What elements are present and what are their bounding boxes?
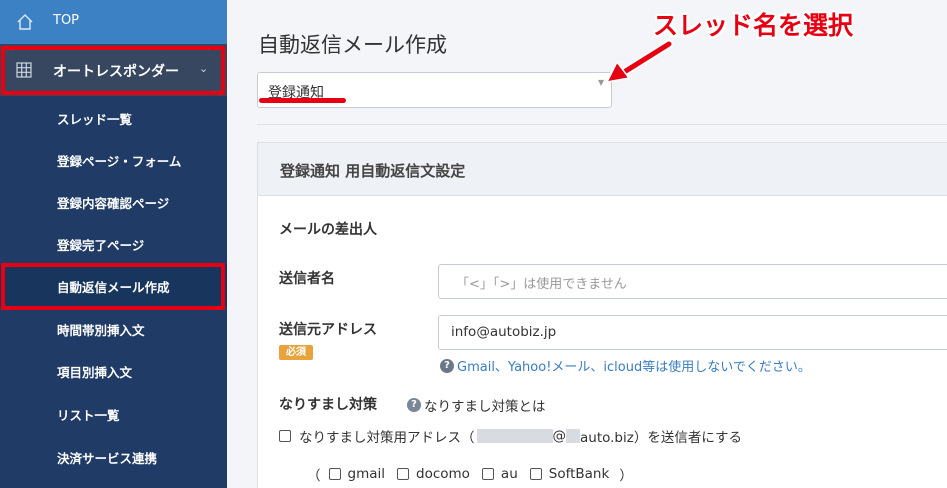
address-help-text: Gmail、Yahoo!メール、icloud等は使用しないでください。: [457, 360, 811, 375]
spoof-checkbox-at: @: [552, 428, 567, 444]
sidebar-item-complete-page[interactable]: 登録完了ページ: [0, 222, 227, 264]
page-title: 自動返信メール作成: [258, 33, 447, 57]
sender-section-heading: メールの差出人: [279, 222, 377, 238]
provider-label: SoftBank: [548, 466, 610, 482]
redacted-block: [566, 429, 580, 443]
card-header: 登録通知 用自動返信文設定: [258, 143, 947, 196]
address-help: ? Gmail、Yahoo!メール、icloud等は使用しないでください。: [440, 356, 811, 375]
redacted-block: [476, 429, 553, 443]
providers-close: ）: [619, 468, 633, 484]
sidebar-item-list[interactable]: リスト一覧: [0, 392, 227, 434]
sidebar-item-top-label: TOP: [53, 13, 80, 28]
sender-address-input[interactable]: info@autobiz.jp: [438, 315, 947, 350]
annotation-arrow-icon: [605, 39, 673, 84]
providers-open: （: [307, 468, 321, 484]
sidebar: TOP オートレスポンダー ⌄ スレッド一覧 登録ページ・フォーム 登録内容確認…: [0, 0, 227, 488]
highlight-box-active-item: [1, 263, 225, 310]
spoof-help-link[interactable]: ? なりすまし対策とは: [407, 395, 546, 415]
required-badge: 必須: [279, 345, 313, 360]
provider-label: gmail: [347, 466, 386, 482]
home-icon: [17, 14, 33, 30]
sidebar-item-registration-form[interactable]: 登録ページ・フォーム: [0, 138, 227, 180]
sender-address-label: 送信元アドレス: [279, 322, 377, 338]
sidebar-item-label: 登録完了ページ: [57, 238, 145, 253]
sidebar-item-label: 決済サービス連携: [57, 451, 158, 466]
sender-name-input[interactable]: 「<」「>」は使用できません: [438, 264, 947, 299]
spoof-help-text: なりすまし対策とは: [424, 399, 546, 415]
provider-checkbox-au[interactable]: [481, 468, 494, 480]
question-icon: ?: [440, 358, 454, 373]
sidebar-item-time-insert[interactable]: 時間帯別挿入文: [0, 307, 227, 349]
question-icon: ?: [407, 398, 421, 412]
sidebar-item-label: 時間帯別挿入文: [57, 323, 145, 338]
sender-name-placeholder: 「<」「>」は使用できません: [456, 277, 627, 292]
highlight-box-section: [1, 46, 225, 95]
sidebar-item-label: 登録ページ・フォーム: [57, 154, 182, 169]
sender-name-label: 送信者名: [279, 271, 335, 287]
sidebar-item-payment[interactable]: 決済サービス連携: [0, 435, 227, 477]
provider-checkbox-docomo[interactable]: [397, 468, 409, 480]
card-title: 登録通知 用自動返信文設定: [280, 162, 466, 180]
spoof-checkbox-row: なりすまし対策用アドレス（ @ auto.biz）を送信者にする: [279, 426, 742, 446]
divider: [257, 124, 947, 125]
spoof-checkbox[interactable]: [279, 430, 291, 442]
sender-address-value: info@autobiz.jp: [451, 324, 557, 340]
sidebar-item-label: リスト一覧: [57, 408, 120, 423]
sidebar-item-confirm-page[interactable]: 登録内容確認ページ: [0, 180, 227, 222]
sidebar-item-label: 登録内容確認ページ: [57, 196, 170, 211]
sidebar-item-label: 項目別挿入文: [57, 365, 133, 380]
provider-checkbox-gmail[interactable]: [328, 468, 341, 480]
provider-label: au: [500, 466, 518, 482]
sidebar-item-label: スレッド一覧: [57, 112, 133, 127]
provider-label: docomo: [416, 466, 470, 482]
provider-row: （ gmail docomo au SoftBank ）: [307, 464, 633, 484]
sidebar-item-top[interactable]: TOP: [0, 0, 227, 44]
provider-checkbox-softbank[interactable]: [529, 468, 542, 480]
spoof-checkbox-domain: auto.biz）を送信者にする: [580, 430, 742, 446]
spoof-label: なりすまし対策: [279, 397, 377, 413]
spoof-checkbox-prefix: なりすまし対策用アドレス（: [299, 430, 475, 446]
highlight-underline: [259, 98, 346, 103]
sidebar-item-thread-list[interactable]: スレッド一覧: [0, 96, 227, 138]
annotation-text: スレッド名を選択: [653, 11, 854, 40]
sidebar-item-field-insert[interactable]: 項目別挿入文: [0, 349, 227, 391]
